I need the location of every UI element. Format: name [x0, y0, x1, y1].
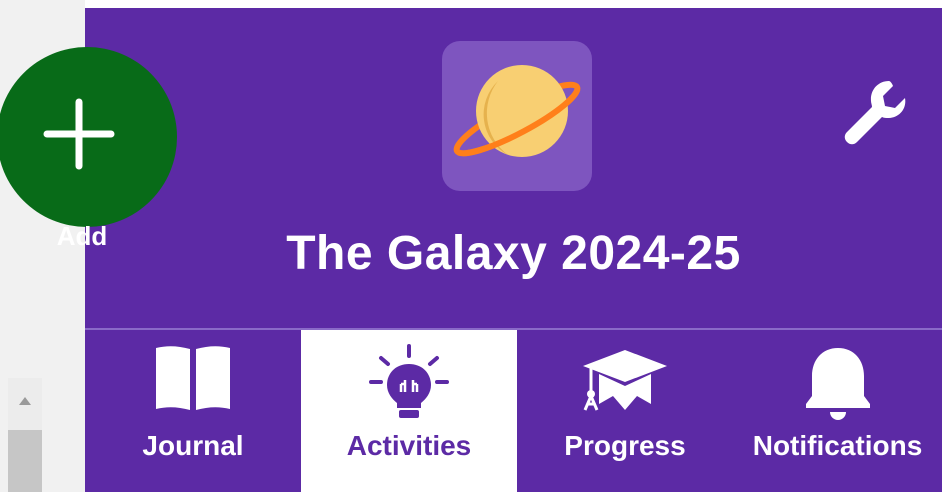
- scroll-thumb[interactable]: [8, 430, 42, 492]
- class-logo: [442, 41, 592, 191]
- tab-progress[interactable]: Progress: [517, 330, 733, 492]
- add-button[interactable]: Add: [0, 47, 177, 251]
- bell-icon: [805, 348, 870, 420]
- scroll-up-arrow-icon[interactable]: [8, 392, 42, 410]
- tab-progress-label: Progress: [564, 430, 686, 461]
- tab-journal-label: Journal: [142, 430, 244, 461]
- planet-icon: [453, 65, 581, 157]
- tab-activities-label: Activities: [346, 430, 472, 461]
- tab-activities[interactable]: Activities: [301, 330, 517, 492]
- add-button-label: Add: [56, 221, 108, 251]
- graduation-cap-icon: [583, 350, 667, 411]
- tab-notifications-label: Notifications: [752, 430, 923, 461]
- settings-button[interactable]: [830, 71, 920, 151]
- plus-icon: [43, 98, 115, 170]
- class-header: The Galaxy 2024-25: [85, 8, 942, 328]
- tab-journal[interactable]: Journal: [85, 330, 301, 492]
- lightbulb-icon: [369, 344, 449, 418]
- class-title: The Galaxy 2024-25: [286, 227, 741, 280]
- tab-notifications[interactable]: Notifications: [733, 330, 942, 492]
- scrollbar[interactable]: [8, 378, 42, 492]
- nav-tabs: Journal Activities Progress Notification…: [85, 328, 942, 492]
- book-icon: [156, 346, 230, 410]
- wrench-icon: [844, 81, 906, 145]
